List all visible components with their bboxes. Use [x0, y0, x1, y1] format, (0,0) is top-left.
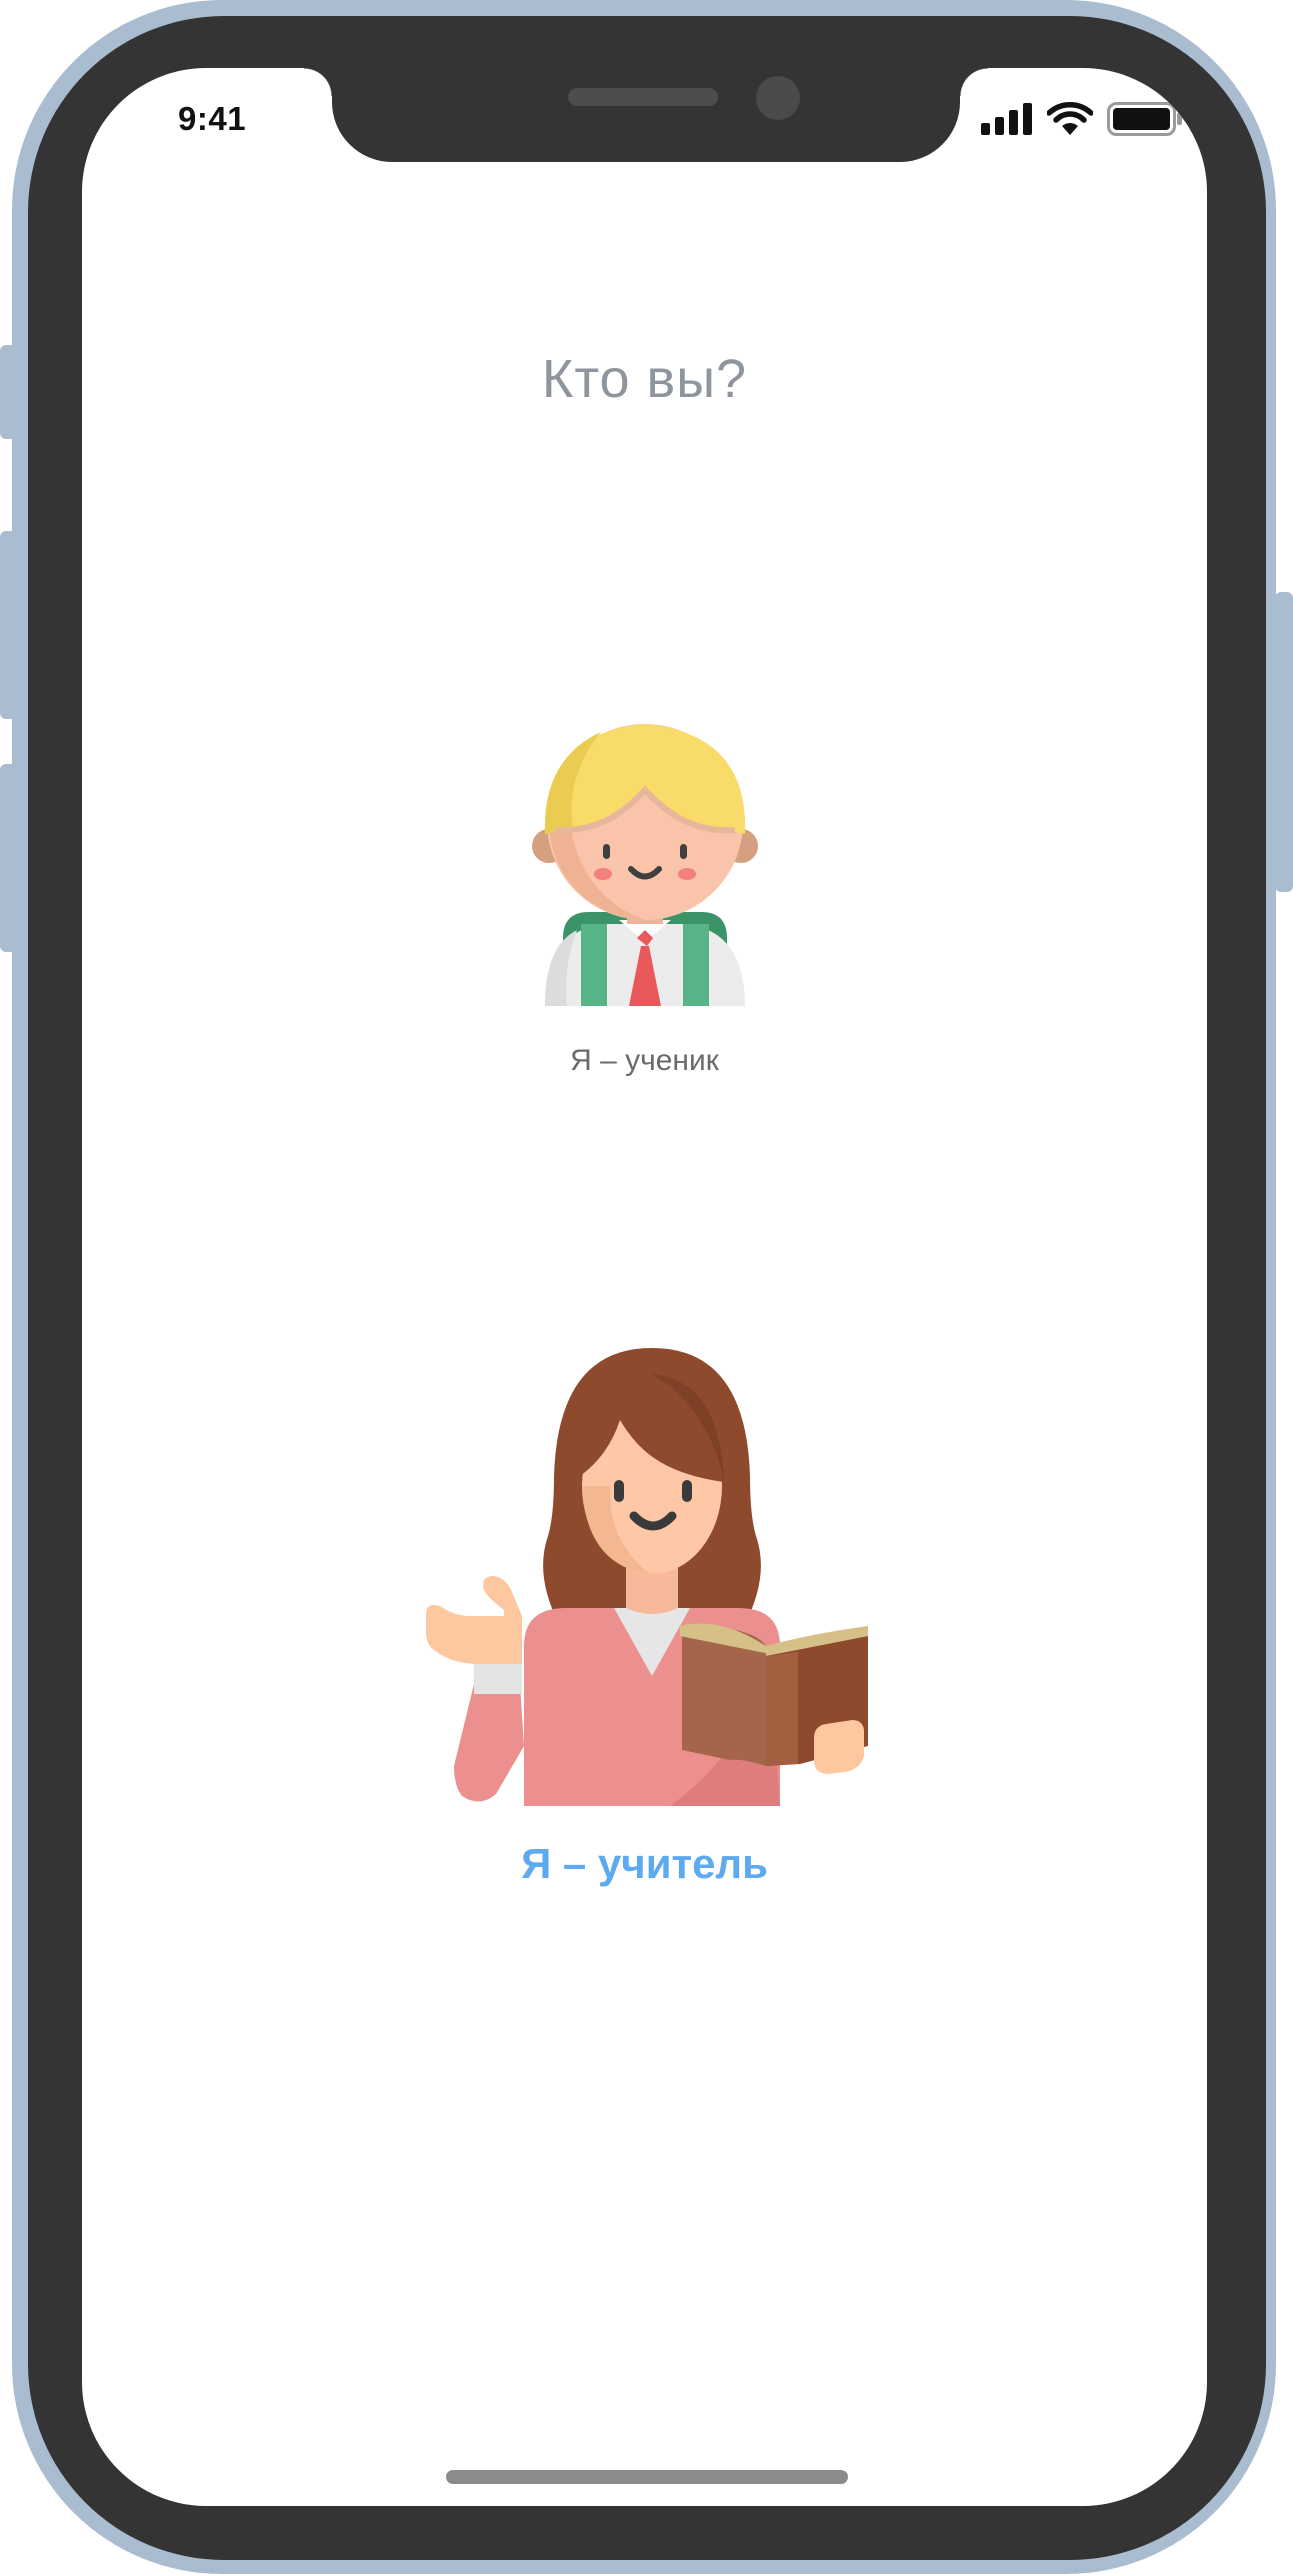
front-camera	[756, 76, 800, 120]
power-button	[1275, 592, 1293, 892]
speaker-grille	[568, 88, 718, 106]
silent-switch	[0, 345, 18, 439]
wifi-icon	[1047, 102, 1093, 135]
teacher-label: Я – учитель	[521, 1840, 768, 1887]
student-avatar-icon	[531, 724, 758, 1006]
status-time: 9:41	[178, 100, 247, 137]
battery-icon	[1107, 102, 1182, 136]
student-option[interactable]: Я – ученик	[82, 706, 1207, 1078]
student-label: Я – ученик	[570, 1044, 719, 1077]
page-title: Кто вы?	[541, 349, 748, 409]
screen: 9:41 Кто вы? Я – ученик Я – учитель	[82, 68, 1207, 2506]
notch	[304, 68, 988, 162]
cellular-signal-icon	[981, 103, 1032, 135]
status-icons	[981, 100, 1183, 138]
volume-up-button	[0, 531, 18, 719]
teacher-option[interactable]: Я – учитель	[82, 1346, 1207, 1888]
home-indicator[interactable]	[446, 2470, 848, 2484]
teacher-avatar-icon	[425, 1348, 868, 1806]
volume-down-button	[0, 764, 18, 952]
